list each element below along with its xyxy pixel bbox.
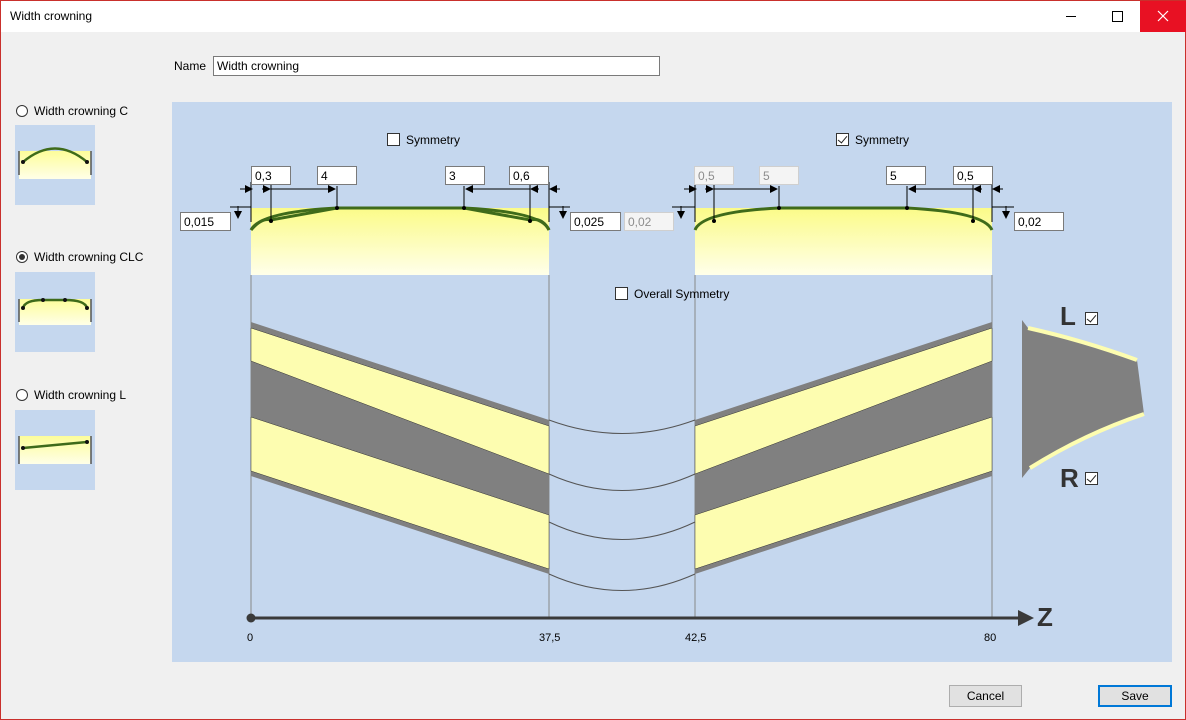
minimize-icon: [1066, 16, 1076, 17]
left-tip-width-input[interactable]: [251, 166, 291, 185]
overall-symmetry-label: Overall Symmetry: [634, 287, 730, 301]
crowning-l-preview[interactable]: [15, 410, 95, 490]
option-c-radio[interactable]: [16, 105, 28, 117]
right-sec-right-height-input[interactable]: [1014, 212, 1064, 231]
crowning-c-shape-icon: [18, 147, 92, 179]
crowning-diagram-panel: Symmetry Symmetry Overall Symmetry L R Z…: [172, 102, 1172, 662]
option-clc-label: Width crowning CLC: [34, 250, 144, 264]
z-tick-0: 0: [247, 632, 254, 644]
crowning-diagram: [230, 182, 1145, 626]
crowning-clc-shape-icon: [18, 298, 92, 325]
minimize-button[interactable]: [1048, 1, 1094, 32]
z-axis-label: Z: [1037, 602, 1053, 632]
right-height-input[interactable]: [570, 212, 621, 231]
right-tip-width-input[interactable]: [509, 166, 549, 185]
right-symmetry-checkbox[interactable]: [836, 133, 849, 146]
z-axis: [246, 610, 1034, 626]
crowning-l-shape-icon: [18, 436, 92, 464]
save-button[interactable]: Save: [1098, 685, 1172, 707]
right-sec-right-transition-input[interactable]: [886, 166, 926, 185]
z-tick-37-5: 37,5: [539, 632, 561, 644]
maximize-icon: [1112, 11, 1123, 22]
z-tick-42-5: 42,5: [685, 632, 707, 644]
name-input[interactable]: [213, 56, 660, 76]
close-icon: [1157, 10, 1169, 22]
right-symmetry-label: Symmetry: [855, 133, 909, 147]
option-l-radio[interactable]: [16, 389, 28, 401]
left-crowning-profile: [230, 182, 570, 275]
right-sec-left-height-input: [624, 212, 674, 231]
close-button[interactable]: [1140, 1, 1186, 32]
connecting-curves: [548, 419, 696, 591]
right-crowning-profile: [672, 182, 1014, 275]
right-sec-left-width-input: [694, 166, 734, 185]
left-flank-label: L: [1060, 301, 1076, 331]
dialog-window: Width crowning Name Width crowning C Wid…: [0, 0, 1186, 720]
crowning-clc-preview[interactable]: [15, 272, 95, 352]
window-title: Width crowning: [10, 9, 93, 23]
left-symmetry-label: Symmetry: [406, 133, 460, 147]
left-flank-checkbox[interactable]: [1085, 312, 1098, 325]
left-transition-input[interactable]: [317, 166, 357, 185]
right-sec-left-transition-input: [759, 166, 799, 185]
option-l-label: Width crowning L: [34, 388, 127, 402]
left-symmetry-checkbox[interactable]: [387, 133, 400, 146]
right-sec-right-width-input[interactable]: [953, 166, 993, 185]
gear-flank-left-section: [250, 322, 550, 574]
tooth-cross-section: [1022, 320, 1145, 478]
option-c-label: Width crowning C: [34, 104, 129, 118]
cancel-button[interactable]: Cancel: [949, 685, 1022, 707]
right-flank-label: R: [1060, 463, 1079, 493]
name-label: Name: [174, 59, 207, 73]
right-transition-input[interactable]: [445, 166, 485, 185]
z-tick-80: 80: [984, 632, 997, 644]
gear-flank-right-section: [694, 322, 993, 574]
title-bar: Width crowning: [1, 1, 1186, 32]
option-clc-radio[interactable]: [16, 251, 28, 263]
right-flank-checkbox[interactable]: [1085, 472, 1098, 485]
maximize-button[interactable]: [1094, 1, 1140, 32]
crowning-c-preview[interactable]: [15, 125, 95, 205]
left-height-input[interactable]: [180, 212, 231, 231]
overall-symmetry-checkbox[interactable]: [615, 287, 628, 300]
